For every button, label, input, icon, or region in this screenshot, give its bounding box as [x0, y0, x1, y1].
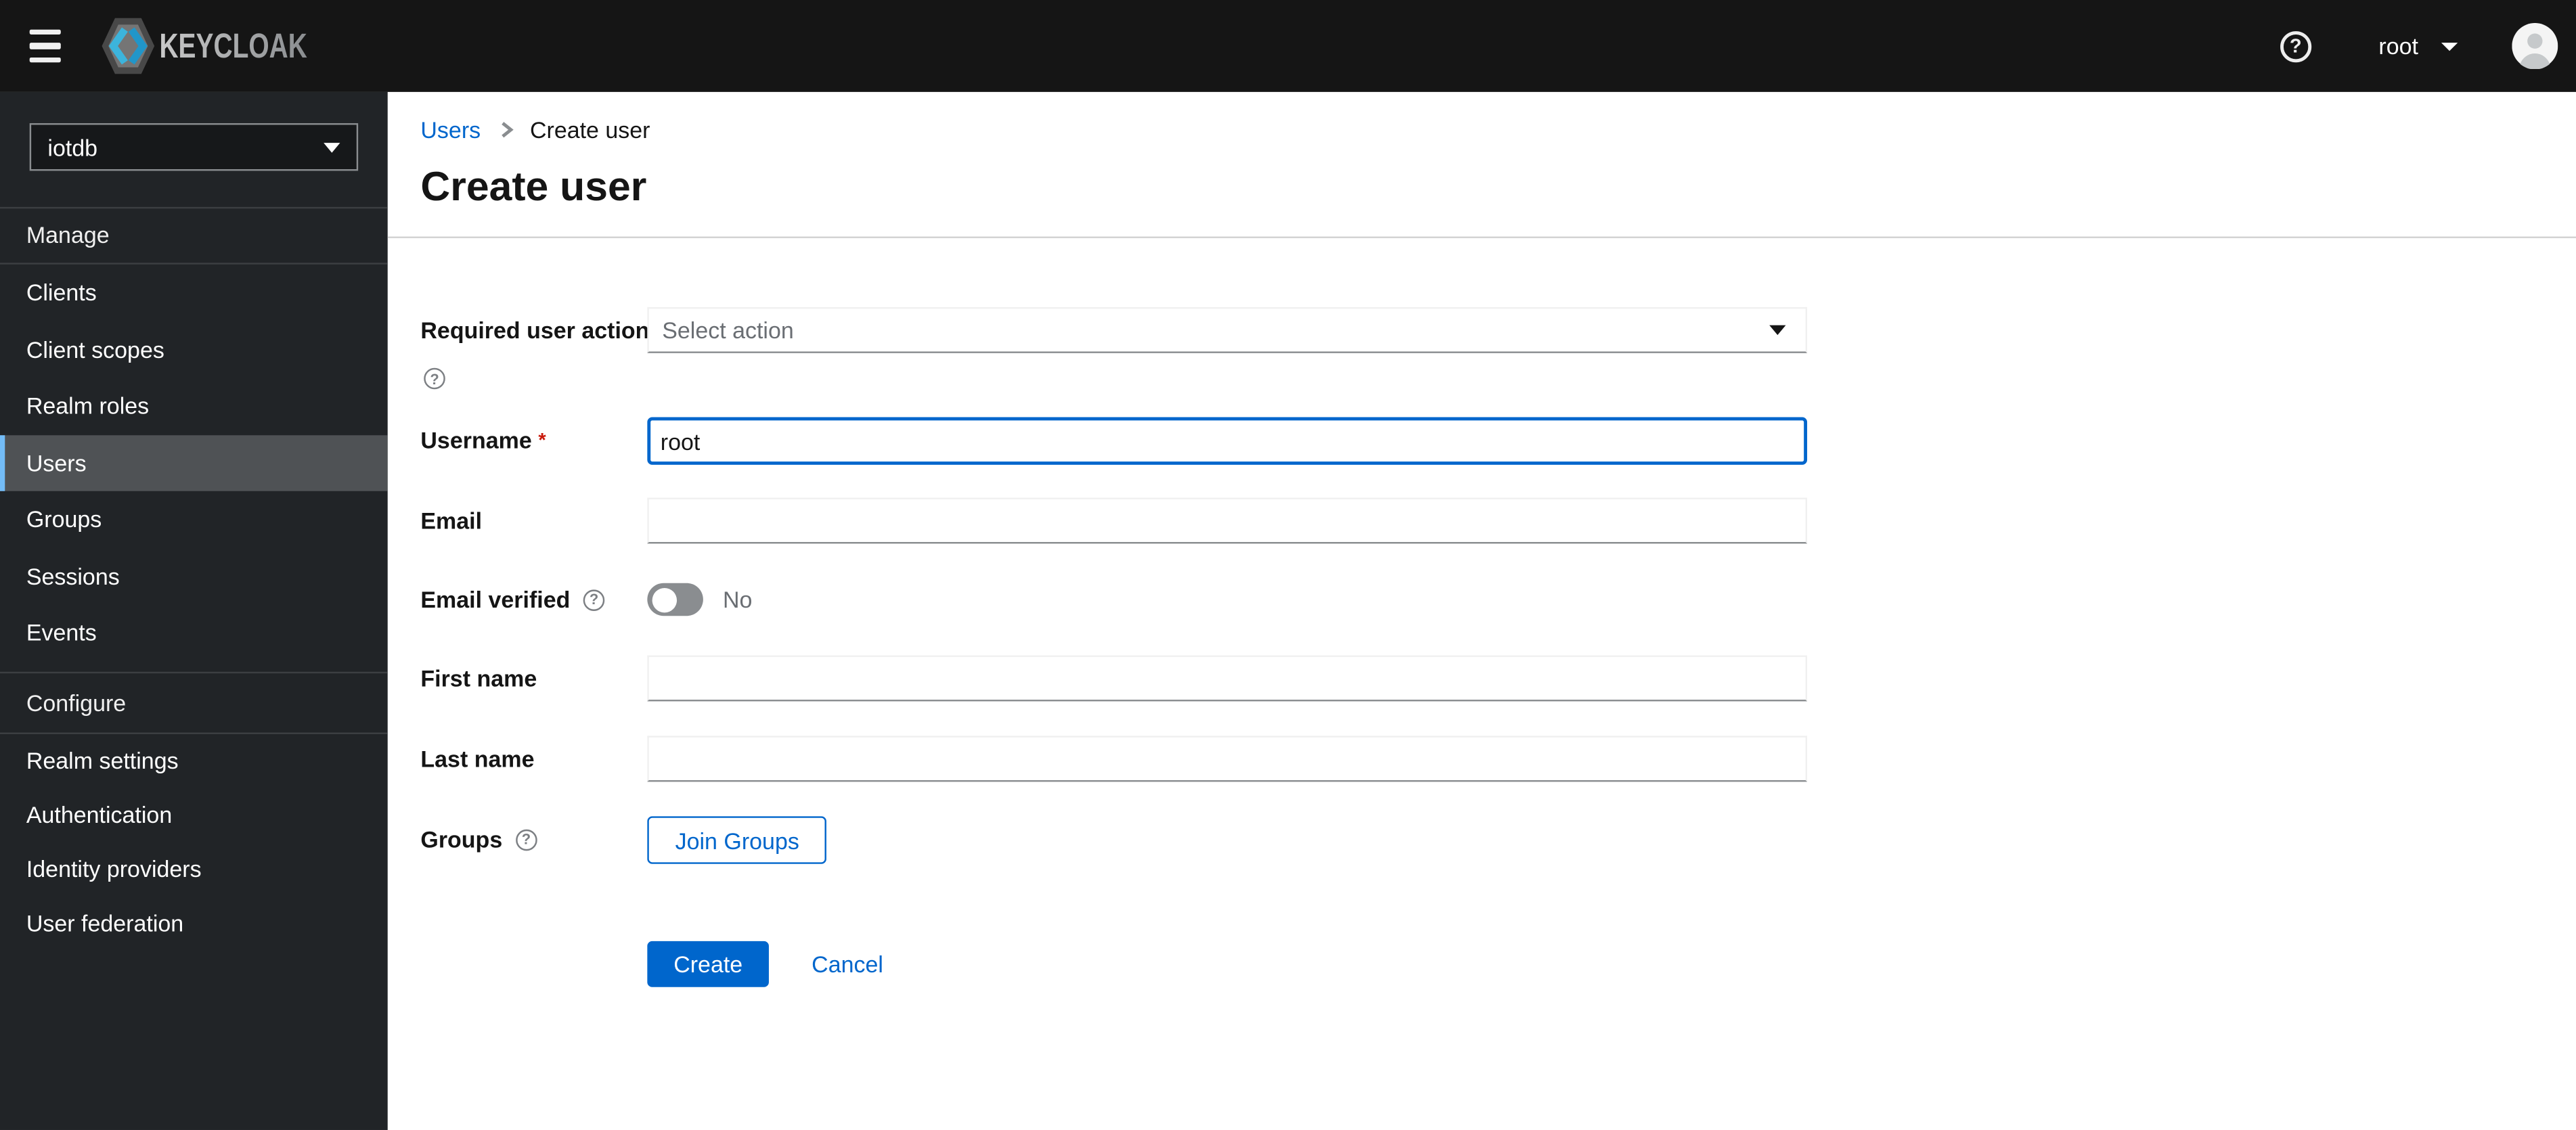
sidebar-item-realm-roles[interactable]: Realm roles — [0, 378, 388, 434]
control-cell — [647, 736, 1808, 782]
page-header: Users Create user Create user — [387, 92, 2576, 238]
breadcrumb-users-link[interactable]: Users — [420, 116, 481, 143]
form-row-email-verified: Email verified ? No — [420, 577, 2576, 623]
hamburger-menu-icon[interactable] — [29, 29, 61, 63]
email-input[interactable] — [647, 497, 1808, 544]
create-user-form: Required user actions ? Select action Us… — [388, 307, 2576, 987]
nav-section-manage-label: Manage — [26, 221, 110, 248]
help-icon[interactable]: ? — [2280, 30, 2311, 62]
breadcrumb: Users Create user — [420, 116, 2576, 143]
label-cell: Email verified ? — [420, 577, 647, 623]
toggle-knob — [651, 587, 676, 612]
keycloak-admin-console: KEYCLOAK ? root iotdb Manage Clients Cli… — [0, 0, 2576, 1130]
email-verified-label: Email verified — [420, 586, 571, 613]
sidebar-item-events[interactable]: Events — [0, 604, 388, 661]
current-user-label: root — [2378, 32, 2418, 60]
control-cell — [647, 417, 1808, 465]
join-groups-button[interactable]: Join Groups — [647, 816, 828, 864]
label-cell: Groups ? — [420, 816, 647, 862]
realm-selector[interactable]: iotdb — [29, 123, 359, 171]
masthead-right: ? root — [2280, 22, 2576, 69]
sidebar: iotdb Manage Clients Client scopes Realm… — [0, 91, 388, 1130]
required-user-actions-select[interactable]: Select action — [647, 307, 1808, 353]
nav-manage: Clients Client scopes Realm roles Users … — [0, 265, 388, 661]
sidebar-item-realm-settings[interactable]: Realm settings — [0, 733, 388, 788]
cancel-button[interactable]: Cancel — [812, 951, 883, 977]
sidebar-item-client-scopes[interactable]: Client scopes — [0, 321, 388, 378]
form-row-required-user-actions: Required user actions ? Select action — [420, 307, 2576, 390]
control-cell: Join Groups — [647, 816, 1807, 864]
required-asterisk: * — [538, 428, 546, 452]
username-label: Username * — [420, 427, 546, 453]
label-cell: Email — [420, 497, 647, 543]
email-verified-toggle[interactable] — [647, 583, 703, 616]
form-row-username: Username * — [420, 417, 2576, 465]
realm-name: iotdb — [47, 133, 98, 160]
nav-section-configure-label: Configure — [26, 689, 127, 716]
breadcrumb-current: Create user — [529, 116, 650, 143]
help-icon[interactable]: ? — [515, 828, 537, 851]
first-name-input[interactable] — [647, 655, 1808, 702]
groups-label: Groups — [420, 826, 503, 853]
masthead: KEYCLOAK ? root — [0, 0, 2576, 92]
nav-configure: Realm settings Authentication Identity p… — [0, 733, 388, 950]
select-placeholder: Select action — [662, 317, 794, 344]
email-label: Email — [420, 507, 483, 534]
help-icon[interactable]: ? — [583, 589, 605, 610]
main-content: Users Create user Create user Required u… — [387, 91, 2576, 1130]
label-cell: Required user actions ? — [420, 307, 663, 390]
form-row-email: Email — [420, 497, 2576, 544]
sidebar-item-sessions[interactable]: Sessions — [0, 548, 388, 605]
sidebar-item-groups[interactable]: Groups — [0, 491, 388, 548]
chevron-down-icon — [1769, 325, 1786, 336]
last-name-input[interactable] — [647, 736, 1808, 782]
username-input[interactable] — [647, 417, 1808, 465]
last-name-label: Last name — [420, 745, 535, 772]
control-cell — [647, 655, 1808, 702]
form-row-groups: Groups ? Join Groups — [420, 816, 2576, 864]
keycloak-logo[interactable]: KEYCLOAK — [97, 0, 313, 92]
chevron-down-icon — [2441, 41, 2458, 51]
avatar[interactable] — [2512, 22, 2558, 69]
form-row-first-name: First name — [420, 655, 2576, 702]
chevron-right-icon — [495, 120, 515, 139]
sidebar-item-user-federation[interactable]: User federation — [0, 896, 388, 950]
sidebar-item-clients[interactable]: Clients — [0, 265, 388, 321]
label-cell: Last name — [420, 736, 647, 782]
first-name-label: First name — [420, 665, 537, 692]
keycloak-logo-image: KEYCLOAK — [102, 18, 307, 74]
control-cell: Select action — [647, 307, 1808, 353]
create-button[interactable]: Create — [647, 941, 770, 987]
control-cell — [647, 497, 1808, 544]
sidebar-item-users[interactable]: Users — [0, 434, 388, 491]
actions-cell: Create Cancel — [647, 941, 1807, 987]
chevron-down-icon — [324, 141, 340, 152]
username-label-text: Username — [420, 427, 532, 453]
brand-wordmark: KEYCLOAK — [159, 26, 307, 65]
label-cell: First name — [420, 655, 647, 701]
label-cell: Username * — [420, 417, 647, 464]
help-icon[interactable]: ? — [424, 367, 445, 390]
user-menu-dropdown[interactable]: root — [2378, 32, 2458, 60]
form-row-last-name: Last name — [420, 736, 2576, 782]
sidebar-item-identity-providers[interactable]: Identity providers — [0, 842, 388, 896]
sidebar-item-authentication[interactable]: Authentication — [0, 788, 388, 842]
toggle-state-label: No — [723, 586, 753, 613]
form-actions-row: Create Cancel — [420, 941, 2576, 987]
control-cell: No — [647, 577, 1807, 623]
required-user-actions-label: Required user actions — [420, 317, 663, 344]
page-title: Create user — [420, 164, 647, 210]
